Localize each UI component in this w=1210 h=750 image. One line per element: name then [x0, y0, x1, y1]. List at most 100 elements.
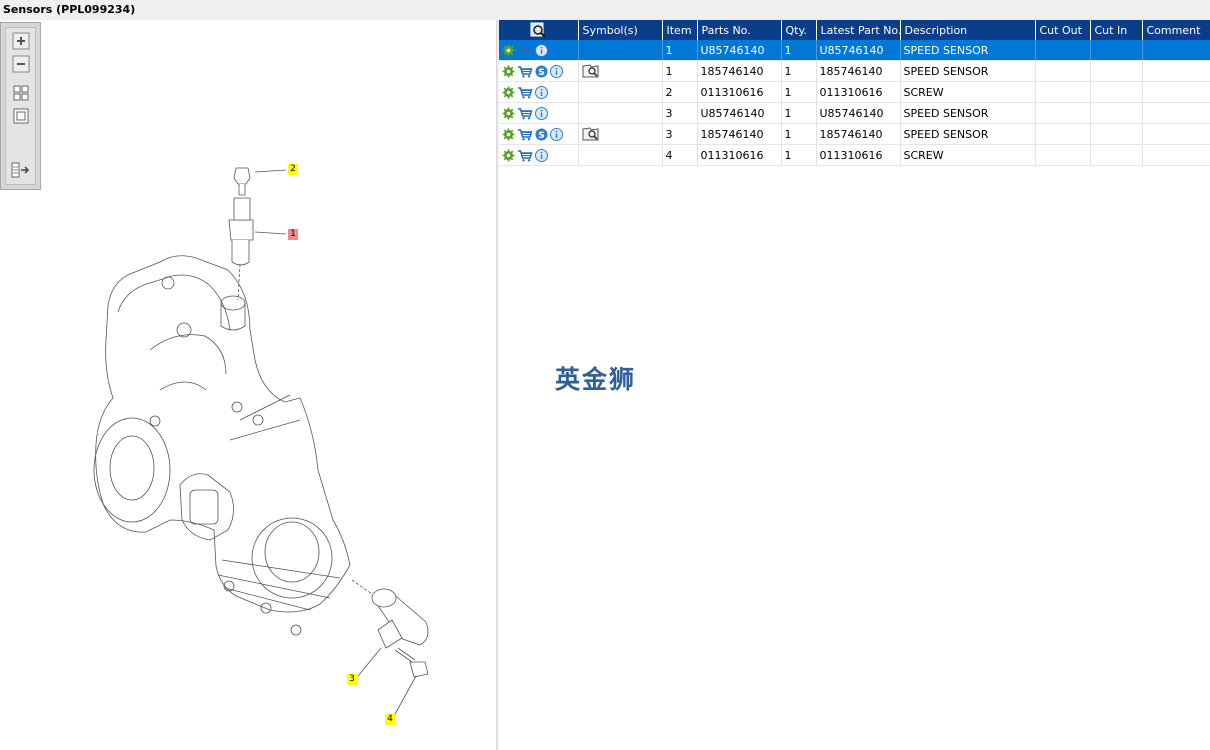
callout-2[interactable]: 2 — [288, 164, 298, 175]
cell-qty: 1 — [781, 40, 817, 61]
reference-book-icon[interactable] — [582, 127, 600, 141]
table-row[interactable]: 4 011310616 1 011310616 SCREW — [499, 144, 1210, 166]
column-header-comment[interactable]: Comment — [1142, 20, 1210, 40]
supersession-icon[interactable]: S — [535, 128, 548, 141]
row-symbols — [578, 144, 663, 166]
table-row[interactable]: 1 U85746140 1 U85746140 SPEED SENSOR — [499, 40, 1210, 61]
info-icon[interactable] — [550, 64, 563, 78]
info-icon[interactable] — [535, 85, 548, 99]
info-icon[interactable] — [535, 148, 548, 162]
row-symbols — [578, 40, 663, 61]
cell-comment — [1142, 60, 1210, 82]
reference-book-icon[interactable] — [582, 64, 600, 78]
cell-item: 3 — [662, 102, 698, 124]
row-actions — [499, 40, 579, 61]
search-parts-icon[interactable] — [530, 22, 546, 38]
cart-icon[interactable] — [517, 128, 533, 141]
cell-latest-part-no: 011310616 — [816, 144, 901, 166]
cell-comment — [1142, 144, 1210, 166]
cell-description: SCREW — [900, 81, 1036, 103]
diagram-pane[interactable]: 2 1 3 4 — [0, 20, 496, 750]
cart-icon[interactable] — [517, 44, 533, 57]
row-actions — [499, 144, 579, 166]
cell-item: 4 — [662, 144, 698, 166]
cell-item: 3 — [662, 123, 698, 145]
zoom-in-icon[interactable] — [9, 31, 33, 51]
row-actions: S — [499, 60, 579, 82]
fit-grid-icon[interactable] — [9, 83, 33, 103]
cell-cut-in — [1090, 81, 1143, 103]
cell-cut-out — [1035, 123, 1091, 145]
table-header-row: Symbol(s) Item Parts No. Qty. Latest Par… — [499, 20, 1210, 40]
exploded-diagram — [93, 167, 429, 717]
cell-cut-out — [1035, 81, 1091, 103]
cell-description: SPEED SENSOR — [900, 102, 1036, 124]
cell-comment — [1142, 40, 1210, 61]
diagram-toolbar — [0, 22, 41, 190]
info-icon[interactable] — [535, 106, 548, 120]
cell-cut-out — [1035, 102, 1091, 124]
column-header-cut-out[interactable]: Cut Out — [1035, 20, 1091, 40]
cell-comment — [1142, 81, 1210, 103]
row-symbols — [578, 60, 663, 82]
callout-3[interactable]: 3 — [347, 674, 357, 685]
table-row[interactable]: S 1 185746140 1 185746140 SPEED SENSOR — [499, 60, 1210, 82]
cell-item: 1 — [662, 60, 698, 82]
column-header-parts-no[interactable]: Parts No. — [697, 20, 782, 40]
row-symbols — [578, 81, 663, 103]
row-actions: S — [499, 123, 579, 145]
cell-latest-part-no: 011310616 — [816, 81, 901, 103]
cell-parts-no: U85746140 — [697, 102, 782, 124]
gear-icon[interactable] — [502, 107, 515, 120]
cart-icon[interactable] — [517, 149, 533, 162]
column-header-qty[interactable]: Qty. — [781, 20, 817, 40]
svg-text:S: S — [538, 131, 544, 141]
column-header-description[interactable]: Description — [900, 20, 1036, 40]
cell-latest-part-no: 185746140 — [816, 123, 901, 145]
column-header-actions[interactable] — [499, 20, 579, 40]
cart-icon[interactable] — [517, 65, 533, 78]
column-header-item[interactable]: Item — [662, 20, 698, 40]
cell-qty: 1 — [781, 123, 817, 145]
cart-icon[interactable] — [517, 107, 533, 120]
cell-description: SPEED SENSOR — [900, 60, 1036, 82]
table-row[interactable]: S 3 185746140 1 185746140 SPEED SENSOR — [499, 123, 1210, 145]
cell-parts-no: 185746140 — [697, 123, 782, 145]
row-symbols — [578, 123, 663, 145]
cell-description: SPEED SENSOR — [900, 123, 1036, 145]
cell-qty: 1 — [781, 81, 817, 103]
cell-cut-in — [1090, 102, 1143, 124]
gear-icon[interactable] — [502, 86, 515, 99]
column-header-latest-part-no[interactable]: Latest Part No. — [816, 20, 901, 40]
toggle-panel-icon[interactable] — [9, 160, 33, 180]
watermark: 英金狮 — [555, 365, 637, 394]
cell-parts-no: 185746140 — [697, 60, 782, 82]
cell-qty: 1 — [781, 102, 817, 124]
callout-4[interactable]: 4 — [385, 714, 395, 725]
callout-1[interactable]: 1 — [288, 229, 298, 240]
zoom-out-icon[interactable] — [9, 54, 33, 74]
cart-icon[interactable] — [517, 86, 533, 99]
window-title: Sensors (PPL099234) — [0, 0, 1210, 20]
cell-latest-part-no: 185746140 — [816, 60, 901, 82]
row-symbols — [578, 102, 663, 124]
cell-cut-out — [1035, 144, 1091, 166]
cell-qty: 1 — [781, 60, 817, 82]
actual-size-icon[interactable] — [9, 106, 33, 126]
cell-comment — [1142, 123, 1210, 145]
info-icon[interactable] — [550, 127, 563, 141]
gear-icon[interactable] — [502, 149, 515, 162]
gear-icon[interactable] — [502, 128, 515, 141]
gear-icon[interactable] — [502, 65, 515, 78]
column-header-cut-in[interactable]: Cut In — [1090, 20, 1143, 40]
column-header-symbols[interactable]: Symbol(s) — [578, 20, 663, 40]
cell-parts-no: 011310616 — [697, 81, 782, 103]
cell-cut-in — [1090, 40, 1143, 61]
cell-cut-in — [1090, 144, 1143, 166]
supersession-icon[interactable]: S — [535, 65, 548, 78]
table-row[interactable]: 2 011310616 1 011310616 SCREW — [499, 81, 1210, 103]
info-icon[interactable] — [535, 43, 548, 57]
table-row[interactable]: 3 U85746140 1 U85746140 SPEED SENSOR — [499, 102, 1210, 124]
cell-parts-no: 011310616 — [697, 144, 782, 166]
gear-icon[interactable] — [502, 44, 515, 57]
